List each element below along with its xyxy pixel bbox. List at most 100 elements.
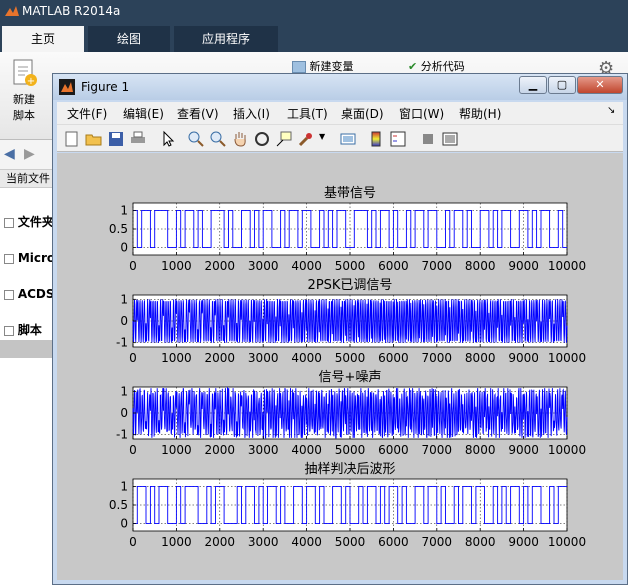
subplot-title: 信号+噪声 <box>319 370 382 385</box>
menu-view[interactable]: 查看(V) <box>177 105 219 122</box>
x-tick-label: 4000 <box>291 535 322 549</box>
selected-file-row[interactable] <box>0 340 60 358</box>
link-plot-icon[interactable] <box>339 130 357 148</box>
menu-insert[interactable]: 插入(I) <box>233 105 270 122</box>
menu-edit[interactable]: 编辑(E) <box>123 105 164 122</box>
new-script-button[interactable]: + 新建 脚本 <box>4 58 44 128</box>
hide-plot-tools-icon[interactable] <box>419 130 437 148</box>
rotate-3d-icon[interactable] <box>253 130 271 148</box>
open-folder-icon[interactable] <box>85 130 103 148</box>
new-figure-icon[interactable] <box>63 130 81 148</box>
figure-title: Figure 1 <box>81 80 130 94</box>
minus-icon[interactable] <box>4 253 14 264</box>
new-variable-button[interactable]: 新建变量 <box>292 58 354 74</box>
figure-window: Figure 1 ▁ ▢ ✕ 文件(F) 编辑(E) 查看(V) 插入(I) 工… <box>52 73 628 585</box>
subplot-3[interactable]: 0 1000 2000 3000 4000 5000 6000 7000 8000 9000 100… <box>116 370 586 457</box>
new-script-label-1: 新建 <box>13 93 35 106</box>
x-tick-label: 0 <box>129 351 137 365</box>
subplot-1[interactable]: 0 1000 2000 3000 4000 5000 6000 7000 8000 9000 100… <box>109 186 586 273</box>
tab-plots[interactable]: 绘图 <box>88 26 170 52</box>
x-tick-label: 7000 <box>422 443 453 457</box>
subplot-title: 基带信号 <box>324 186 376 201</box>
print-icon[interactable] <box>129 130 147 148</box>
x-tick-label: 3000 <box>248 443 279 457</box>
close-button[interactable]: ✕ <box>577 76 623 94</box>
tree-label: ACDS <box>17 287 55 301</box>
zoom-out-icon[interactable] <box>209 130 227 148</box>
x-tick-label: 1000 <box>161 535 192 549</box>
colorbar-icon[interactable] <box>367 130 385 148</box>
analyze-code-label: 分析代码 <box>420 60 465 73</box>
minimize-button[interactable]: ▁ <box>519 76 547 94</box>
maximize-button[interactable]: ▢ <box>548 76 576 94</box>
current-folder-header: 当前文件 <box>0 170 60 188</box>
x-tick-label: 6000 <box>378 259 409 273</box>
zoom-in-icon[interactable] <box>187 130 205 148</box>
data-cursor-icon[interactable] <box>275 130 293 148</box>
subplot-4[interactable]: 0 1000 2000 3000 4000 5000 6000 7000 8000 9000 100… <box>109 462 586 549</box>
x-tick-label: 5000 <box>335 259 366 273</box>
subplot-2[interactable]: 0 1000 2000 3000 4000 5000 6000 7000 8000 9000 100… <box>116 278 586 365</box>
menu-file[interactable]: 文件(F) <box>67 105 107 122</box>
x-tick-label: 9000 <box>508 443 539 457</box>
x-tick-label: 5000 <box>335 535 366 549</box>
tree-item-scripts[interactable]: 脚本 <box>0 320 60 340</box>
y-tick-label: 0 <box>120 517 128 531</box>
menu-desktop[interactable]: 桌面(D) <box>341 105 384 122</box>
address-bar: ◀ ▶ <box>0 140 60 170</box>
tab-home[interactable]: 主页 <box>2 26 84 52</box>
subplots: 0 1000 2000 3000 4000 5000 6000 7000 8000 9000 100… <box>109 186 586 549</box>
new-script-icon: + <box>13 59 37 87</box>
x-tick-label: 8000 <box>465 351 496 365</box>
menu-help[interactable]: 帮助(H) <box>459 105 501 122</box>
pan-hand-icon[interactable] <box>231 130 249 148</box>
x-tick-label: 2000 <box>205 351 236 365</box>
y-tick-label: 1 <box>120 292 128 306</box>
figure-titlebar[interactable]: Figure 1 ▁ ▢ ✕ <box>53 74 627 100</box>
variable-icon <box>292 61 306 73</box>
figure-menubar: 文件(F) 编辑(E) 查看(V) 插入(I) 工具(T) 桌面(D) 窗口(W… <box>57 102 623 124</box>
matlab-figure-icon <box>59 79 75 95</box>
x-tick-label: 0 <box>129 535 137 549</box>
tab-apps[interactable]: 应用程序 <box>174 26 278 52</box>
y-tick-label: 0 <box>120 241 128 255</box>
new-script-label-2: 脚本 <box>13 109 35 122</box>
menu-window[interactable]: 窗口(W) <box>399 105 444 122</box>
figure-toolbar: ▼ <box>57 124 623 152</box>
save-icon[interactable] <box>107 130 125 148</box>
tree-label: Micro <box>17 251 56 265</box>
x-tick-label: 10000 <box>548 259 586 273</box>
analyze-code-button[interactable]: ✔ 分析代码 <box>408 58 465 74</box>
x-tick-label: 1000 <box>161 443 192 457</box>
minus-icon[interactable] <box>4 217 14 228</box>
x-tick-label: 7000 <box>422 351 453 365</box>
brush-dropdown-icon[interactable]: ▼ <box>319 132 325 141</box>
app-title: MATLAB R2014a <box>22 4 121 18</box>
x-tick-label: 4000 <box>291 351 322 365</box>
x-tick-label: 10000 <box>548 535 586 549</box>
tree-label: 脚本 <box>17 323 42 337</box>
legend-icon[interactable] <box>389 130 407 148</box>
tree-item-micro[interactable]: Micro <box>0 248 60 268</box>
minus-icon[interactable] <box>4 289 14 300</box>
forward-arrow-icon[interactable]: ▶ <box>24 146 35 162</box>
x-tick-label: 2000 <box>205 443 236 457</box>
x-tick-label: 6000 <box>378 443 409 457</box>
pointer-arrow-icon[interactable] <box>159 130 177 148</box>
tree-item-folder[interactable]: 文件夹 <box>0 212 60 232</box>
menu-tools[interactable]: 工具(T) <box>287 105 328 122</box>
y-tick-label: 0 <box>120 406 128 420</box>
y-tick-label: -1 <box>116 336 128 350</box>
show-plot-tools-icon[interactable] <box>441 130 459 148</box>
tree-item-acds[interactable]: ACDS <box>0 284 60 304</box>
back-arrow-icon[interactable]: ◀ <box>4 146 15 162</box>
minus-icon[interactable] <box>4 325 14 336</box>
x-tick-label: 4000 <box>291 443 322 457</box>
x-tick-label: 10000 <box>548 351 586 365</box>
y-tick-label: 1 <box>120 203 128 217</box>
y-tick-label: 1 <box>120 384 128 398</box>
checkmark-icon: ✔ <box>408 60 418 73</box>
dock-arrow-icon[interactable]: ↘ <box>607 105 615 116</box>
brush-icon[interactable] <box>297 130 315 148</box>
matlab-titlebar: MATLAB R2014a <box>0 0 628 24</box>
